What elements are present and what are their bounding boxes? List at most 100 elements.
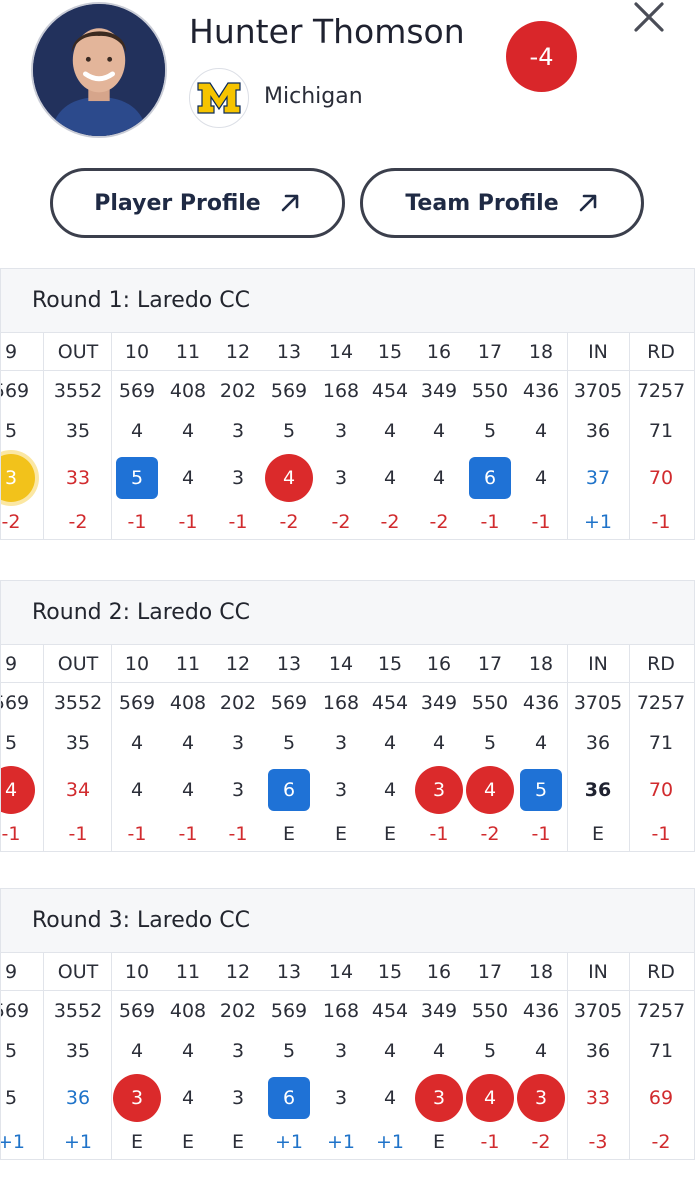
yardage-cell: 3552 (53, 380, 103, 402)
to-par-cell: -2 (68, 511, 88, 533)
hole-header: 13 (276, 960, 302, 983)
yardage-cell: 3705 (573, 380, 623, 402)
yardage-cell: 349 (420, 380, 458, 402)
par-cell: 4 (383, 732, 397, 754)
par-cell: 5 (483, 420, 497, 442)
par-cell: 4 (181, 732, 195, 754)
score-row: 4 34 4 4 3 6 3 4 3 4 5 36 70 (1, 763, 695, 817)
bogey-marker: 6 (469, 457, 511, 499)
to-par-cell: -1 (127, 511, 147, 533)
eagle-marker: 3 (1, 454, 35, 502)
yardage-row: 569 3552 569 408 202 569 168 454 349 550 436 3705 72… (1, 371, 695, 411)
bogey-marker: 6 (268, 769, 310, 811)
score-cell: 4 (432, 467, 446, 489)
to-par-cell: +1 (1, 1131, 25, 1153)
par-cell: 4 (432, 732, 446, 754)
par-cell: 5 (4, 1040, 18, 1062)
yardage-cell: 569 (1, 380, 30, 402)
yardage-cell: 202 (219, 692, 257, 714)
hole-header: 17 (477, 652, 503, 675)
to-par-cell: -1 (651, 511, 671, 533)
yardage-cell: 7257 (636, 380, 686, 402)
yardage-cell: 436 (522, 692, 560, 714)
score-cell: 3 (334, 1087, 348, 1109)
to-par-cell: -1 (68, 823, 88, 845)
par-cell: 35 (65, 1040, 91, 1062)
to-par-cell: -1 (429, 823, 449, 845)
yardage-row: 569 3552 569 408 202 569 168 454 349 550 436 3705 72… (1, 683, 695, 723)
hole-header: OUT (57, 340, 99, 363)
score-cell: 4 (181, 1087, 195, 1109)
score-cell: 6 (264, 763, 314, 817)
column-divider (629, 953, 630, 1159)
birdie-marker: 3 (415, 1074, 463, 1122)
par-cell: 4 (534, 732, 548, 754)
to-par-cell: -1 (480, 511, 500, 533)
hole-header: 14 (328, 652, 354, 675)
hole-header: OUT (57, 960, 99, 983)
hole-header: 15 (377, 340, 403, 363)
to-par-cell: -2 (480, 823, 500, 845)
team-profile-button[interactable]: Team Profile (360, 168, 644, 238)
score-row: 5 36 3 4 3 6 3 4 3 4 3 33 69 (1, 1071, 695, 1125)
par-row: 5 35 4 4 3 5 3 4 4 5 4 36 71 (1, 723, 695, 763)
to-par-cell: -2 (531, 1131, 551, 1153)
score-cell: 36 (584, 779, 612, 801)
close-button[interactable] (628, 0, 670, 38)
player-profile-button[interactable]: Player Profile (50, 168, 345, 238)
yardage-cell: 550 (471, 692, 509, 714)
column-divider (43, 953, 44, 1159)
to-par-cell: E (130, 1131, 143, 1153)
to-par-cell: -1 (178, 511, 198, 533)
score-cell: 33 (65, 467, 91, 489)
hole-header: 18 (528, 960, 554, 983)
birdie-marker: 4 (466, 766, 514, 814)
hole-header: 17 (477, 340, 503, 363)
yardage-cell: 569 (1, 692, 30, 714)
player-avatar (31, 2, 167, 138)
to-par-cell: +1 (274, 1131, 303, 1153)
to-par-cell: -1 (651, 823, 671, 845)
external-arrow-icon (579, 194, 596, 212)
score-cell: 4 (1, 763, 36, 817)
par-cell: 71 (648, 732, 674, 754)
scorecard-grid: 9OUT101112131415161718INRD56935525694082… (1, 953, 695, 1159)
scorecard-grid: 9OUT101112131415161718INRD56935525694082… (1, 645, 695, 851)
hole-header: 13 (276, 652, 302, 675)
score-cell: 4 (465, 763, 515, 817)
to-par-row: -1 -1 -1 -1 -1 E E E -1 -2 -1 E -1 (1, 817, 695, 851)
to-par-cell: -1 (127, 823, 147, 845)
hole-header: RD (647, 960, 675, 983)
yardage-cell: 569 (1, 1000, 30, 1022)
column-divider (111, 645, 112, 851)
par-cell: 4 (130, 732, 144, 754)
yardage-cell: 569 (118, 692, 156, 714)
birdie-marker: 4 (466, 1074, 514, 1122)
to-par-cell: -1 (531, 823, 551, 845)
yardage-cell: 349 (420, 1000, 458, 1022)
hole-header: 18 (528, 652, 554, 675)
par-cell: 4 (181, 1040, 195, 1062)
to-par-cell: +1 (326, 1131, 355, 1153)
par-cell: 4 (534, 1040, 548, 1062)
round-title: Round 3: Laredo CC (1, 889, 694, 953)
hole-header: RD (647, 340, 675, 363)
round-card: Round 1: Laredo CC 9 OUT 10 11 12 13 14 15 16 17 18… (0, 268, 695, 540)
hole-header: 11 (175, 652, 201, 675)
hole-header-row: 9 OUT 10 11 12 13 14 15 16 17 18 IN RD (1, 333, 695, 371)
close-icon[interactable] (628, 0, 670, 38)
par-row: 5 35 4 4 3 5 3 4 4 5 4 36 71 (1, 1031, 695, 1071)
column-divider (567, 333, 568, 539)
par-cell: 4 (432, 420, 446, 442)
score-row: 3 33 5 4 3 4 3 4 4 6 4 37 70 (1, 451, 695, 505)
score-cell: 4 (383, 1087, 397, 1109)
to-par-cell: E (181, 1131, 194, 1153)
par-cell: 5 (282, 732, 296, 754)
par-cell: 4 (383, 1040, 397, 1062)
par-cell: 4 (181, 420, 195, 442)
yardage-cell: 7257 (636, 1000, 686, 1022)
hole-header: 10 (124, 960, 150, 983)
yardage-cell: 3705 (573, 1000, 623, 1022)
par-cell: 3 (231, 420, 245, 442)
hole-header: 9 (4, 652, 18, 675)
